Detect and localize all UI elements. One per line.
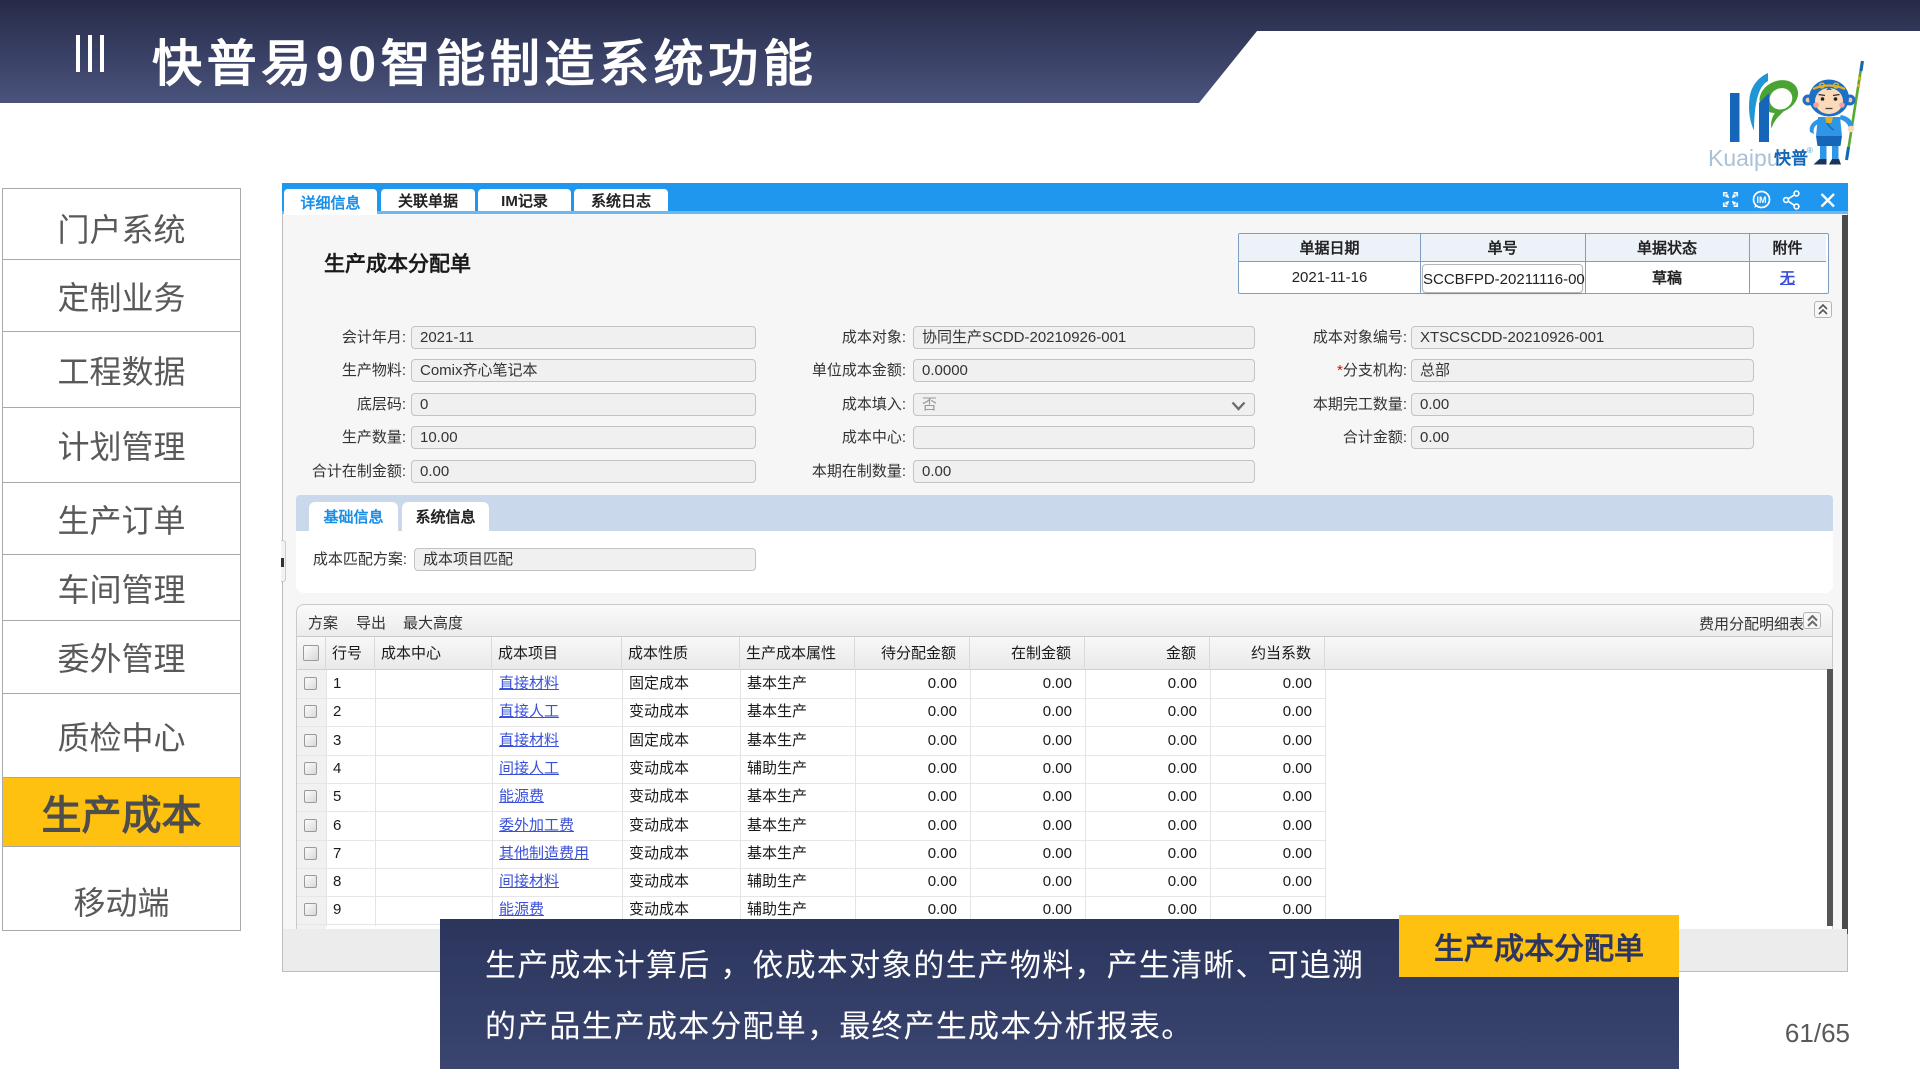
svg-text:快普: 快普 xyxy=(1774,148,1808,168)
svg-text:IM: IM xyxy=(1757,195,1767,205)
svg-text:®: ® xyxy=(1807,146,1813,155)
svg-text:Kuaipu: Kuaipu xyxy=(1708,145,1780,171)
